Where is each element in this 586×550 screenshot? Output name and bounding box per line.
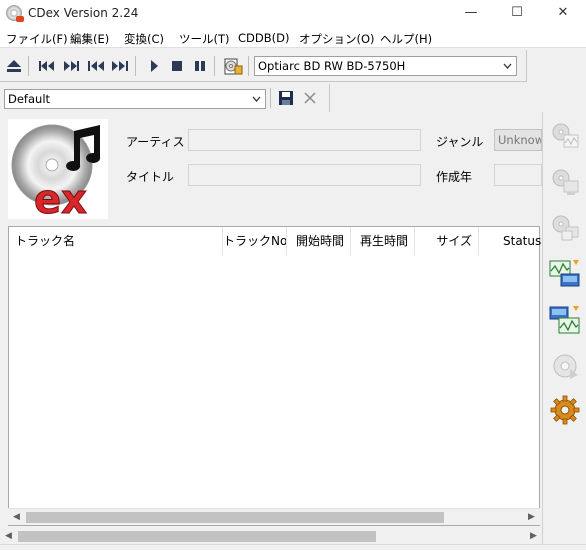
chevron-down-icon[interactable] (248, 90, 265, 108)
title-bar: CDex Version 2.24 — ☐ ✕ (0, 0, 586, 28)
toolbar-separator (135, 56, 136, 76)
window-horizontal-scrollbar[interactable]: ◀ ▶ (0, 528, 542, 544)
title-field[interactable] (188, 164, 421, 186)
menu-edit[interactable]: 編集(E) (70, 31, 109, 47)
menu-options[interactable]: オプション(O) (299, 31, 375, 47)
chevron-down-icon[interactable] (499, 57, 516, 75)
toolbar-separator (270, 88, 271, 108)
drive-select[interactable]: Optiarc BD RW BD-5750H (254, 56, 517, 76)
stop-icon[interactable] (168, 58, 186, 74)
mp3-to-wav-icon[interactable] (549, 304, 581, 336)
eject-icon[interactable] (5, 58, 23, 74)
toolbar-separator (28, 56, 29, 76)
column-header-track-name[interactable]: トラック名 (9, 227, 223, 255)
delete-profile-icon[interactable] (301, 90, 319, 106)
cdex-logo: ex (8, 119, 108, 224)
column-header-status[interactable]: Status (479, 227, 541, 255)
scroll-right-icon[interactable]: ▶ (525, 528, 542, 545)
genre-label: ジャンル (436, 135, 484, 149)
title-label: タイトル (126, 170, 175, 184)
track-list[interactable]: トラック名 トラックNo 開始時間 再生時間 サイズ Status (8, 226, 541, 526)
scroll-left-icon[interactable]: ◀ (8, 509, 25, 526)
settings-gear-icon[interactable] (549, 394, 581, 426)
scrollbar-thumb[interactable] (26, 512, 444, 523)
menu-convert[interactable]: 変換(C) (124, 31, 164, 47)
save-profile-icon[interactable] (277, 90, 295, 106)
status-bar (0, 544, 586, 550)
scroll-right-icon[interactable]: ▶ (523, 509, 540, 526)
next-track-icon[interactable] (111, 58, 129, 74)
close-button[interactable]: ✕ (540, 0, 586, 28)
profile-select[interactable]: Default (4, 89, 266, 109)
genre-select[interactable]: Unknown (494, 129, 542, 151)
year-label: 作成年 (436, 170, 473, 184)
fast-forward-icon[interactable] (62, 58, 80, 74)
play-file-icon[interactable] (549, 350, 581, 382)
menu-tools[interactable]: ツール(T) (179, 31, 230, 47)
extract-mp3-icon[interactable] (549, 166, 581, 198)
extract-wav-icon[interactable] (549, 120, 581, 152)
maximize-button[interactable]: ☐ (494, 0, 540, 28)
side-toolbar (542, 112, 586, 550)
scrollbar-thumb[interactable] (18, 531, 376, 542)
toolbar-separator (214, 56, 215, 76)
svg-text:ex: ex (34, 177, 87, 219)
scroll-left-icon[interactable]: ◀ (0, 528, 17, 545)
column-header-play-time[interactable]: 再生時間 (351, 227, 415, 255)
window-title: CDex Version 2.24 (28, 6, 139, 20)
artist-field[interactable] (188, 129, 421, 151)
cd-info-icon[interactable] (223, 56, 243, 76)
year-field[interactable] (494, 164, 542, 186)
rewind-icon[interactable] (38, 58, 56, 74)
previous-track-icon[interactable] (87, 58, 105, 74)
column-header-start-time[interactable]: 開始時間 (287, 227, 351, 255)
menu-bar: ファイル(F) 編集(E) 変換(C) ツール(T) CDDB(D) オプション… (0, 28, 586, 48)
column-header-size[interactable]: サイズ (415, 227, 479, 255)
menu-cddb[interactable]: CDDB(D) (238, 31, 289, 45)
player-toolbar: Optiarc BD RW BD-5750H (0, 50, 527, 82)
pause-icon[interactable] (191, 58, 209, 74)
play-icon[interactable] (145, 58, 163, 74)
copy-tracks-icon[interactable] (549, 212, 581, 244)
wav-to-mp3-icon[interactable] (549, 258, 581, 290)
column-header-track-no[interactable]: トラックNo (223, 227, 287, 255)
artist-label: アーティスト (126, 135, 197, 149)
cdex-app-icon (6, 5, 24, 22)
profile-select-value: Default (8, 92, 51, 106)
minimize-button[interactable]: — (448, 0, 494, 28)
drive-select-value: Optiarc BD RW BD-5750H (258, 59, 406, 73)
toolbar-separator (248, 56, 249, 76)
menu-file[interactable]: ファイル(F) (6, 31, 68, 47)
menu-help[interactable]: ヘルプ(H) (380, 31, 432, 47)
track-list-horizontal-scrollbar[interactable]: ◀ ▶ (8, 508, 540, 525)
profile-toolbar: Default (0, 84, 330, 112)
